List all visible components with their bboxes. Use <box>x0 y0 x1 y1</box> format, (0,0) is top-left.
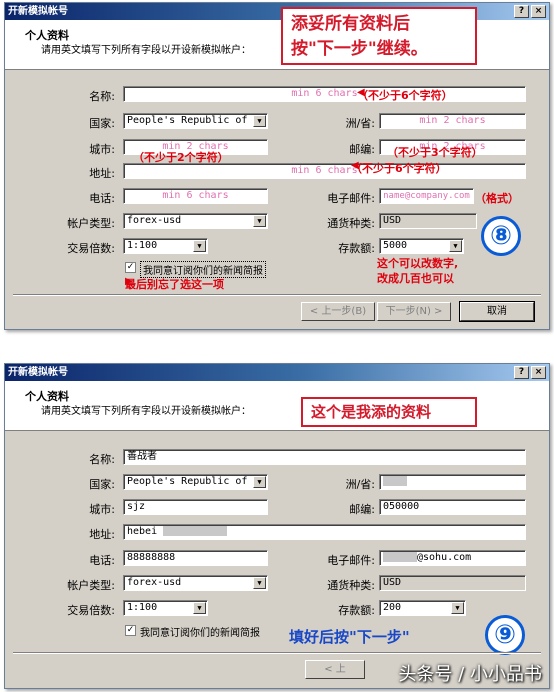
country-label: 国家: <box>89 478 115 491</box>
phone-label: 电话: <box>89 192 115 205</box>
city-label: 城市: <box>89 503 115 516</box>
deposit-annotation: 这个可以改数字, 改成几百也可以 <box>377 257 459 285</box>
redacted-value <box>383 552 417 562</box>
chevron-down-icon: ▼ <box>253 115 266 127</box>
leverage-select[interactable]: 1:100 ▼ <box>123 600 208 616</box>
close-button[interactable]: × <box>531 5 546 18</box>
next-button[interactable]: 下一步(N) > <box>377 302 451 321</box>
city-field[interactable]: sjz <box>123 499 268 515</box>
name-label: 名称: <box>89 90 115 103</box>
window-title: 开新模拟帐号 <box>8 6 68 17</box>
chevron-down-icon: ▼ <box>253 215 266 227</box>
account-type-select[interactable]: forex-usd ▼ <box>123 575 268 591</box>
open-demo-account-dialog-1: 开新模拟帐号 ? × 个人资料 请用英文填写下列所有字段以开设新模拟帐户： 添妥… <box>4 2 550 330</box>
state-label: 洲/省: <box>345 478 375 491</box>
newsletter-label[interactable]: 我同意订阅你们的新闻简报 <box>140 624 260 639</box>
chevron-down-icon: ▼ <box>193 240 206 252</box>
phone-field[interactable]: 88888888 <box>123 550 268 566</box>
watermark: 头条号 / 小小品书 <box>398 664 542 685</box>
redacted-value <box>383 476 407 486</box>
close-button[interactable]: × <box>531 366 546 379</box>
phone-field[interactable]: min 6 chars <box>123 188 268 204</box>
instruction-callout: 添妥所有资料后 按"下一步"继续。 <box>281 7 477 65</box>
name-field[interactable]: min 6 chars <box>123 86 526 102</box>
newsletter-checkbox[interactable]: ✓ <box>125 625 136 636</box>
address-field[interactable]: hebei <box>123 524 526 540</box>
window-title: 开新模拟帐号 <box>8 367 68 378</box>
chevron-down-icon: ▼ <box>451 602 464 614</box>
leverage-select[interactable]: 1:100 ▼ <box>123 238 208 254</box>
open-demo-account-dialog-2: 开新模拟帐号 ? × 个人资料 请用英文填写下列所有字段以开设新模拟帐户： 这个… <box>4 363 550 689</box>
instruction-callout: 这个是我添的资料 <box>301 397 477 427</box>
step-8-badge: ⑧ <box>481 216 521 256</box>
checkbox-annotation: ▶ 最后别忘了选这一项 <box>125 276 224 291</box>
chevron-down-icon: ▼ <box>253 577 266 589</box>
chevron-down-icon: ▼ <box>253 476 266 488</box>
zip-label: 邮编: <box>349 143 375 156</box>
name-annotation: ◀ （不少于6个字符） <box>357 87 453 102</box>
back-button[interactable]: < 上一步(B) <box>301 302 375 321</box>
deposit-select[interactable]: 200 ▼ <box>379 600 466 616</box>
deposit-select[interactable]: 5000 ▼ <box>379 238 464 254</box>
email-annotation: （格式） <box>475 192 519 205</box>
deposit-label: 存款额: <box>338 242 375 255</box>
currency-field: USD <box>379 575 526 591</box>
name-label: 名称: <box>89 453 115 466</box>
address-label: 地址: <box>89 528 115 541</box>
email-label: 电子邮件: <box>327 554 375 567</box>
email-label: 电子邮件: <box>327 192 375 205</box>
name-field[interactable]: 善战者 <box>123 449 526 465</box>
arrow-icon: ▶ <box>125 276 133 287</box>
zip-label: 邮编: <box>349 503 375 516</box>
arrow-icon: ◀ <box>357 87 365 98</box>
address-annotation: ◀ （不少于6个字符） <box>351 160 447 175</box>
country-label: 国家: <box>89 117 115 130</box>
divider <box>13 652 541 654</box>
chevron-down-icon: ▼ <box>449 240 462 252</box>
zip-field[interactable]: 050000 <box>379 499 526 515</box>
state-label: 洲/省: <box>345 117 375 130</box>
address-label: 地址: <box>89 167 115 180</box>
arrow-icon: ◀ <box>351 160 359 171</box>
zip-annotation: （不少于3个字符） <box>387 146 483 159</box>
callout-line-1: 添妥所有资料后 <box>291 14 410 34</box>
back-button[interactable]: < 上 <box>305 660 365 679</box>
currency-label: 通货种类: <box>327 217 375 230</box>
deposit-label: 存款额: <box>338 604 375 617</box>
email-field[interactable]: @sohu.com <box>379 550 526 566</box>
account-type-select[interactable]: forex-usd ▼ <box>123 213 268 229</box>
state-field[interactable] <box>379 474 526 490</box>
title-bar: 开新模拟帐号 ? × <box>5 364 549 381</box>
city-label: 城市: <box>89 143 115 156</box>
country-select[interactable]: People's Republic of C ▼ <box>123 474 268 490</box>
email-field[interactable]: name@company.com <box>379 188 474 204</box>
newsletter-checkbox[interactable]: ✓ <box>125 262 136 273</box>
phone-label: 电话: <box>89 554 115 567</box>
leverage-label: 交易倍数: <box>67 242 115 255</box>
chevron-down-icon: ▼ <box>193 602 206 614</box>
section-subtitle: 请用英文填写下列所有字段以开设新模拟帐户： <box>41 406 251 417</box>
section-subtitle: 请用英文填写下列所有字段以开设新模拟帐户： <box>41 45 251 56</box>
step-9-badge: ⑨ <box>485 615 525 655</box>
account-type-label: 帐户类型: <box>67 579 115 592</box>
redacted-value <box>163 526 228 536</box>
help-button[interactable]: ? <box>514 5 529 18</box>
address-field[interactable]: min 6 chars <box>123 163 526 179</box>
account-type-label: 帐户类型: <box>67 217 115 230</box>
next-step-annotation: 填好后按"下一步" <box>289 628 410 646</box>
divider <box>13 294 541 296</box>
country-select[interactable]: People's Republic of C ▼ <box>123 113 268 129</box>
callout-line-2: 按"下一步"继续。 <box>291 39 428 59</box>
help-button[interactable]: ? <box>514 366 529 379</box>
leverage-label: 交易倍数: <box>67 604 115 617</box>
currency-field: USD <box>379 213 477 229</box>
cancel-button[interactable]: 取消 <box>460 302 534 321</box>
state-field[interactable]: min 2 chars <box>379 113 526 129</box>
currency-label: 通货种类: <box>327 579 375 592</box>
